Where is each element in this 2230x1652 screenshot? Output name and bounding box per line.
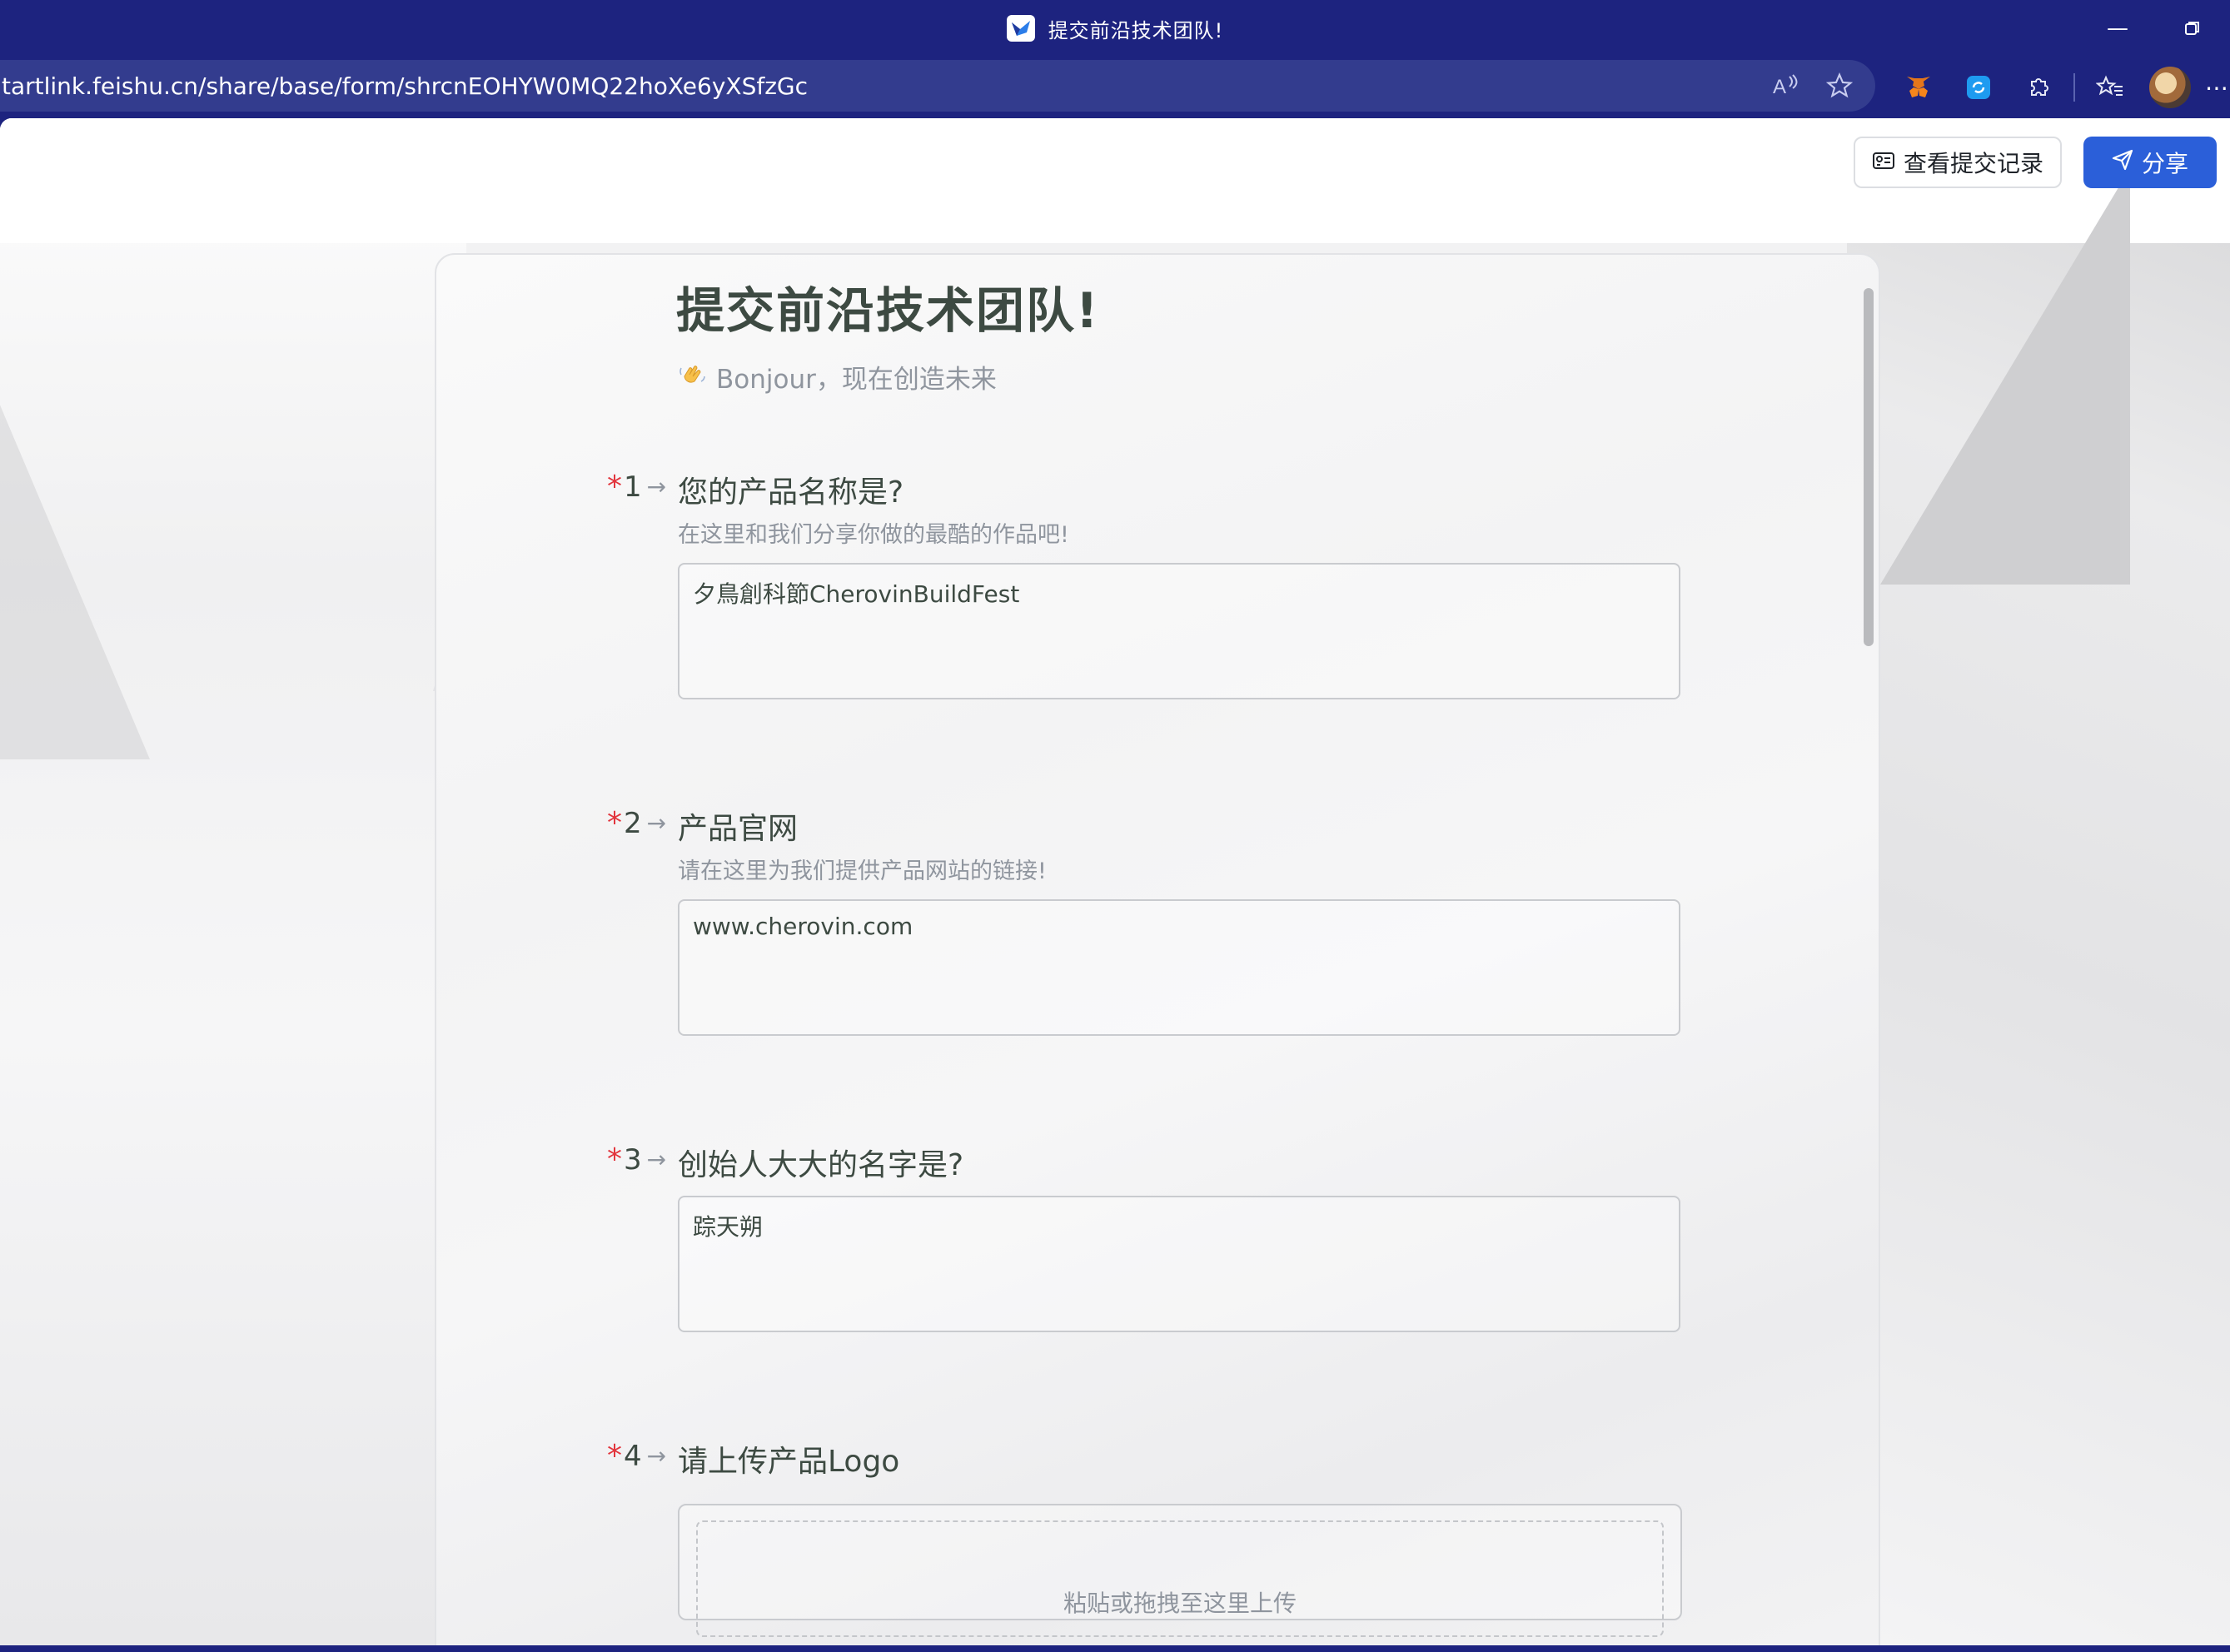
page-viewport: 查看提交记录 分享 提交前沿技术团队! Bonjour，现在创造未来 * 1 →… (0, 118, 2230, 1645)
field-value: 夕鳥創科節CherovinBuildFest (693, 580, 1020, 608)
question-index: 2 (624, 806, 642, 840)
question-index: 4 (624, 1439, 642, 1473)
profile-avatar[interactable] (2140, 57, 2200, 118)
url-input[interactable]: tartlink.feishu.cn/share/base/form/shrcn… (0, 60, 1875, 112)
feishu-favicon-icon (1006, 15, 1035, 42)
arrow-right-icon: → (646, 473, 667, 500)
waving-hand-icon (678, 360, 706, 395)
card-scrollbar[interactable] (1864, 288, 1874, 646)
field-value: 踪天朔 (693, 1213, 764, 1241)
more-menu-icon[interactable]: ⋯ (2200, 57, 2230, 118)
view-submissions-label: 查看提交记录 (1903, 150, 2043, 177)
required-marker: * (607, 470, 622, 504)
window-bottom-border (0, 1645, 2230, 1652)
tab-title: 提交前沿技术团队! (1048, 18, 1224, 42)
tab[interactable]: 提交前沿技术团队! (0, 0, 2230, 57)
decor-mountain-left (0, 326, 150, 759)
form-card: 提交前沿技术团队! Bonjour，现在创造未来 * 1 → 您的产品名称是? … (435, 253, 1880, 1645)
question-label: 创始人大大的名字是? (678, 1148, 964, 1182)
toolbar-separator (2073, 73, 2075, 102)
question-index: 1 (624, 470, 642, 504)
decor-mountain-right (1880, 168, 2130, 585)
question-number: * 1 → (607, 470, 666, 504)
logo-upload-area[interactable]: 粘贴或拖拽至这里上传 (678, 1504, 1682, 1637)
question-label: 产品官网 (678, 812, 799, 846)
arrow-right-icon: → (646, 1442, 667, 1470)
required-marker: * (607, 1142, 622, 1177)
view-submissions-button[interactable]: 查看提交记录 (1854, 137, 2062, 188)
upload-hint: 粘贴或拖拽至这里上传 (1063, 1590, 1297, 1617)
window-titlebar: 提交前沿技术团队! — (0, 0, 2230, 57)
address-bar: tartlink.feishu.cn/share/base/form/shrcn… (0, 57, 2230, 118)
minimize-button[interactable]: — (2080, 0, 2155, 57)
extensions-puzzle-icon[interactable] (2008, 57, 2068, 118)
founder-name-field[interactable]: 踪天朔 (678, 1196, 1680, 1332)
records-icon (1872, 149, 1895, 177)
send-plane-icon (2112, 149, 2133, 177)
favorites-list-icon[interactable] (2080, 57, 2140, 118)
question-number: * 4 → (607, 1439, 666, 1473)
share-label: 分享 (2141, 150, 2188, 177)
product-name-field[interactable]: 夕鳥創科節CherovinBuildFest (678, 563, 1680, 699)
restore-button[interactable] (2155, 0, 2230, 57)
required-marker: * (607, 1439, 622, 1473)
question-number: * 2 → (607, 806, 666, 840)
arrow-right-icon: → (646, 809, 667, 837)
form-title: 提交前沿技术团队! (676, 282, 1100, 339)
upload-dropzone[interactable]: 粘贴或拖拽至这里上传 (696, 1520, 1664, 1637)
required-marker: * (607, 806, 622, 840)
question-description: 在这里和我们分享你做的最酷的作品吧! (678, 522, 1069, 548)
question-description: 请在这里为我们提供产品网站的链接! (678, 858, 1047, 884)
svg-text:A: A (1773, 76, 1786, 98)
arrow-right-icon: → (646, 1146, 667, 1173)
url-text: tartlink.feishu.cn/share/base/form/shrcn… (2, 72, 809, 100)
share-button[interactable]: 分享 (2083, 137, 2217, 188)
form-subtitle: Bonjour，现在创造未来 (678, 358, 997, 396)
read-aloud-icon[interactable]: A (1772, 72, 1800, 100)
website-field[interactable]: www.cherovin.com (678, 899, 1680, 1036)
field-value: www.cherovin.com (693, 913, 913, 940)
sync-extension-icon[interactable] (1949, 57, 2008, 118)
metamask-extension-icon[interactable] (1889, 57, 1949, 118)
form-subtitle-text: Bonjour，现在创造未来 (716, 365, 997, 395)
question-number: * 3 → (607, 1142, 666, 1177)
question-label: 您的产品名称是? (678, 475, 904, 510)
favorite-star-icon[interactable] (1825, 72, 1854, 100)
question-index: 3 (624, 1142, 642, 1177)
question-label: 请上传产品Logo (678, 1445, 900, 1479)
